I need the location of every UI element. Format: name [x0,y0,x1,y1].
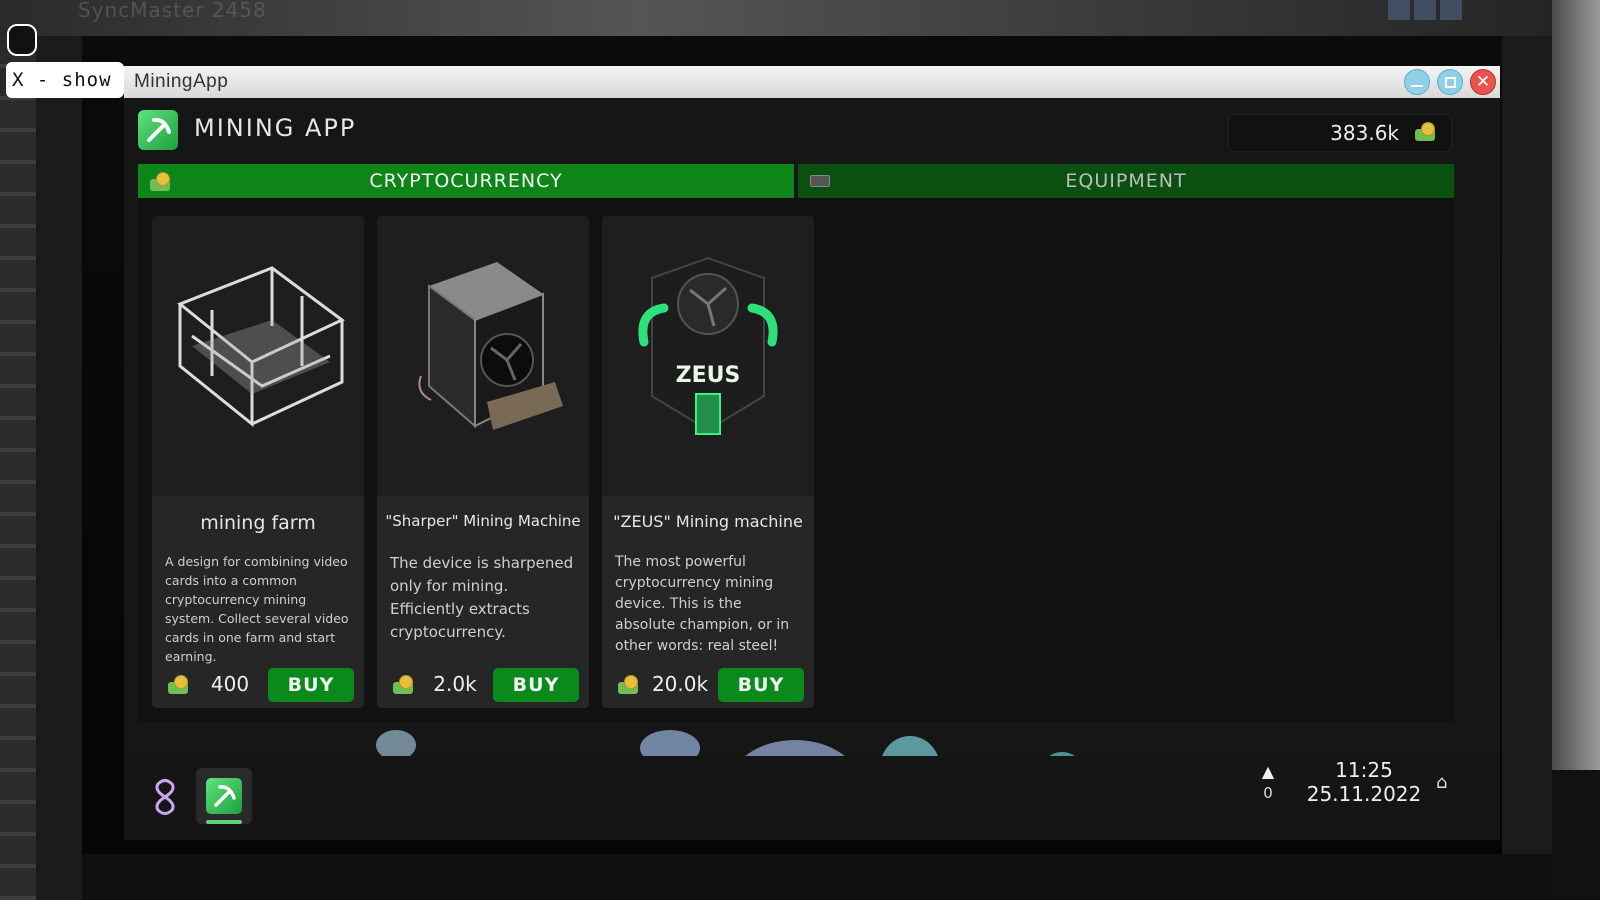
coin-icon [166,674,190,696]
app-title: MINING APP [194,114,357,142]
balance-display: 383.6k [1228,114,1452,152]
price-row: 20.0k BUY [610,668,810,702]
coins-icon [148,171,172,193]
pickaxe-logo-icon [138,110,178,150]
room-background-right [1552,0,1600,770]
show-hint-label: X - show [6,62,124,98]
zeus-machine-image: ZEUS [602,216,814,494]
close-button[interactable]: ✕ [1470,69,1496,95]
window-title: MiningApp [134,71,229,92]
mining-app-window: MiningApp ✕ MINING APP 383.6k CRYPTOCURR… [124,66,1500,756]
price-row: 400 BUY [160,668,360,702]
product-card-zeus: ZEUS "ZEUS" Mining machine The most powe… [602,216,814,708]
graphics-card-icon [810,175,830,187]
app-body: MINING APP 383.6k CRYPTOCURRENCY EQUIPME… [124,98,1500,756]
clock-date: 25.11.2022 [1306,782,1422,806]
mining-farm-image [152,216,364,494]
room-background-left [0,36,36,900]
monitor-brand-label: SyncMaster 2458 [78,0,267,22]
maximize-icon [1444,76,1456,88]
active-indicator [206,820,242,824]
home-icon[interactable]: ⌂ [1436,772,1456,793]
tab-label: CRYPTOCURRENCY [369,170,563,192]
tab-equipment[interactable]: EQUIPMENT [798,164,1454,198]
buy-button[interactable]: BUY [268,668,354,702]
product-price: 400 [210,672,250,696]
category-tabs: CRYPTOCURRENCY EQUIPMENT [138,164,1454,198]
minimize-button[interactable] [1404,69,1430,95]
taskbar-mining-app-button[interactable] [196,768,252,824]
product-card-mining-farm: mining farm A design for combining video… [152,216,364,708]
product-info: "ZEUS" Mining machine The most powerful … [602,496,814,708]
pickaxe-icon [206,778,242,814]
price-row: 2.0k BUY [385,668,585,702]
chevron-up-icon[interactable]: ▲ [1258,762,1278,781]
product-price: 2.0k [433,672,477,696]
product-card-sharper: "Sharper" Mining Machine The device is s… [377,216,589,708]
coin-icon [1413,121,1437,143]
product-name: mining farm [200,512,316,534]
product-description: A design for combining video cards into … [165,554,349,664]
window-titlebar[interactable]: MiningApp ✕ [124,66,1500,98]
buy-button[interactable]: BUY [493,668,579,702]
tab-cryptocurrency[interactable]: CRYPTOCURRENCY [138,164,794,198]
overlay-toggle-button[interactable] [7,24,37,56]
coin-icon [391,674,415,696]
product-price: 20.0k [651,672,709,696]
background-objects [1388,0,1466,24]
maximize-button[interactable] [1437,69,1463,95]
product-description: The most powerful cryptocurrency mining … [615,554,790,654]
product-description: The device is sharpened only for mining.… [390,554,574,641]
product-info: mining farm A design for combining video… [152,496,364,708]
taskbar: ▲ 0 11:25 25.11.2022 ⌂ [124,756,1500,840]
buy-button[interactable]: BUY [718,668,804,702]
tab-label: EQUIPMENT [1065,170,1187,192]
zeus-logo: ZEUS [676,363,741,388]
system-logo-icon[interactable] [148,778,182,816]
product-name: "Sharper" Mining Machine [385,512,581,530]
close-icon: ✕ [1475,71,1491,92]
clock-time: 11:25 [1335,758,1393,782]
coin-icon [616,674,640,696]
sharper-machine-image [377,216,589,494]
balance-value: 383.6k [1330,121,1399,145]
minimize-icon [1411,85,1423,87]
product-info: "Sharper" Mining Machine The device is s… [377,496,589,708]
product-name: "ZEUS" Mining machine [613,512,803,531]
monitor-bottom [82,854,1552,900]
notification-count: 0 [1263,784,1273,802]
